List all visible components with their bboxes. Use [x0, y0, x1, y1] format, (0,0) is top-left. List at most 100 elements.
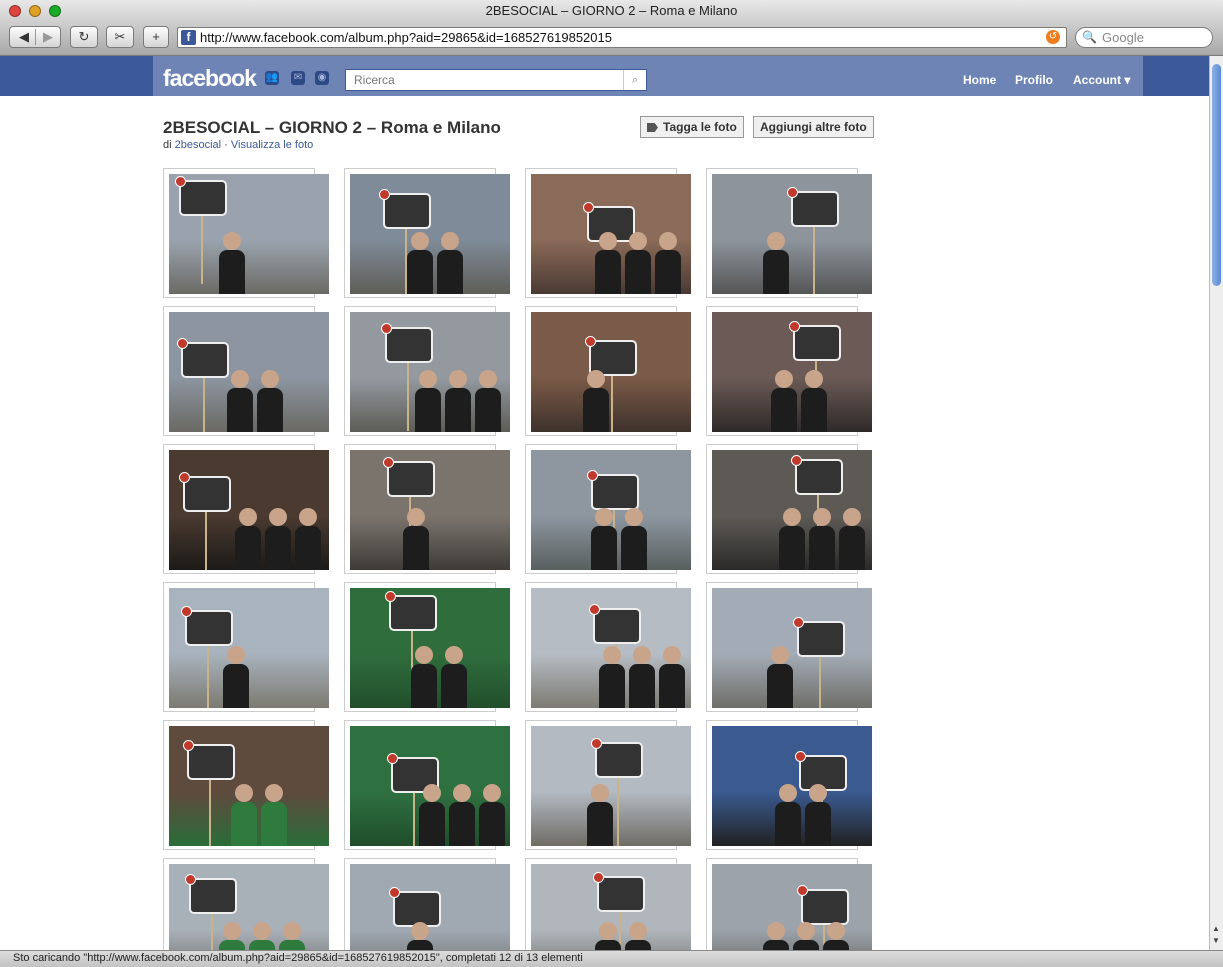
url-text: http://www.facebook.com/album.php?aid=29…	[200, 30, 612, 45]
person-body	[479, 802, 505, 846]
friend-requests-icon[interactable]: 👥	[265, 71, 279, 85]
person-head	[629, 922, 647, 940]
person-head	[771, 646, 789, 664]
person-head	[809, 784, 827, 802]
chalkboard-sign	[801, 889, 849, 925]
person-body	[583, 388, 609, 432]
chalkboard-sign	[185, 610, 233, 646]
photo-thumbnail[interactable]	[163, 582, 329, 712]
owner-link[interactable]: 2besocial	[175, 139, 221, 151]
person-head	[813, 508, 831, 526]
photo-thumbnail[interactable]	[525, 858, 691, 950]
person-head	[599, 232, 617, 250]
address-bar[interactable]: f http://www.facebook.com/album.php?aid=…	[177, 27, 1067, 48]
person-head	[269, 508, 287, 526]
photo-thumbnail[interactable]	[525, 720, 691, 850]
photo-thumbnail[interactable]	[525, 444, 691, 574]
refresh-icon[interactable]: ↺	[1046, 30, 1060, 44]
photo-thumbnail[interactable]	[706, 720, 872, 850]
person-body	[411, 664, 437, 708]
chalkboard-sign	[179, 180, 227, 216]
nav-account[interactable]: Account ▾	[1073, 73, 1130, 87]
person-body	[655, 250, 681, 294]
facebook-logo[interactable]: facebook	[163, 65, 257, 92]
minimize-window-button[interactable]	[29, 5, 41, 17]
nav-home[interactable]: Home	[963, 73, 996, 87]
facebook-header: facebook 👥 ✉ ◉ Ricerca ⌕ Home Profilo Ac…	[0, 56, 1209, 96]
person-body	[823, 940, 849, 950]
messages-icon[interactable]: ✉	[291, 71, 305, 85]
scrollbar-thumb[interactable]	[1212, 64, 1221, 286]
photo-image	[350, 450, 510, 570]
photo-thumbnail[interactable]	[163, 168, 329, 298]
page-scrollbar[interactable]: ▲ ▼	[1209, 56, 1223, 950]
person-body	[621, 526, 647, 570]
photo-thumbnail[interactable]	[344, 168, 510, 298]
notifications-icon[interactable]: ◉	[315, 71, 329, 85]
nav-profile[interactable]: Profilo	[1015, 73, 1053, 87]
person-body	[257, 388, 283, 432]
photo-thumbnail[interactable]	[706, 168, 872, 298]
back-forward-buttons[interactable]: ◀ ▶	[9, 26, 61, 48]
photo-thumbnail[interactable]	[706, 582, 872, 712]
badge-icon	[175, 176, 186, 187]
photo-thumbnail[interactable]	[706, 306, 872, 436]
photo-thumbnail[interactable]	[344, 444, 510, 574]
badge-icon	[379, 189, 390, 200]
add-photos-button[interactable]: Aggiungi altre foto	[753, 116, 874, 138]
badge-icon	[183, 740, 194, 751]
photo-thumbnail[interactable]	[525, 582, 691, 712]
byline-prefix: di	[163, 139, 172, 151]
scroll-down-arrow-icon[interactable]: ▼	[1212, 936, 1220, 945]
chalkboard-sign	[187, 744, 235, 780]
badge-icon	[791, 455, 802, 466]
person-head	[453, 784, 471, 802]
add-photos-label: Aggiungi altre foto	[760, 120, 867, 134]
chalkboard-sign	[591, 474, 639, 510]
sign-stick	[211, 912, 213, 950]
forward-arrow-icon[interactable]: ▶	[43, 27, 53, 47]
reload-button[interactable]: ↻	[70, 26, 98, 48]
person-head	[587, 370, 605, 388]
person-body	[599, 664, 625, 708]
badge-icon	[181, 606, 192, 617]
photo-thumbnail[interactable]	[706, 858, 872, 950]
back-arrow-icon[interactable]: ◀	[19, 27, 29, 47]
person-head	[595, 508, 613, 526]
badge-icon	[589, 604, 600, 615]
photo-thumbnail[interactable]	[163, 444, 329, 574]
photo-thumbnail[interactable]	[525, 168, 691, 298]
photo-thumbnail[interactable]	[344, 306, 510, 436]
snapback-button[interactable]: ✂	[106, 26, 134, 48]
zoom-window-button[interactable]	[49, 5, 61, 17]
browser-search-field[interactable]: 🔍 Google	[1075, 27, 1213, 48]
scroll-up-arrow-icon[interactable]: ▲	[1212, 924, 1220, 933]
photo-thumbnail[interactable]	[163, 720, 329, 850]
photo-thumbnail[interactable]	[163, 306, 329, 436]
badge-icon	[583, 202, 594, 213]
photo-thumbnail[interactable]	[344, 582, 510, 712]
person-head	[407, 508, 425, 526]
person-body	[767, 664, 793, 708]
tag-photos-button[interactable]: Tagga le foto	[640, 116, 744, 138]
person-head	[423, 784, 441, 802]
search-icon[interactable]: ⌕	[623, 70, 646, 90]
close-window-button[interactable]	[9, 5, 21, 17]
facebook-search-input[interactable]: Ricerca ⌕	[345, 69, 647, 91]
sign-stick	[819, 655, 821, 708]
photo-image	[712, 588, 872, 708]
view-photos-link[interactable]: Visualizza le foto	[231, 139, 313, 151]
add-bookmark-button[interactable]: +	[143, 26, 169, 48]
badge-icon	[381, 323, 392, 334]
sign-stick	[407, 361, 409, 431]
badge-icon	[179, 472, 190, 483]
photo-image	[531, 174, 691, 294]
photo-thumbnail[interactable]	[163, 858, 329, 950]
sign-stick	[813, 225, 815, 294]
photo-thumbnail[interactable]	[525, 306, 691, 436]
photo-thumbnail[interactable]	[344, 858, 510, 950]
person-head	[235, 784, 253, 802]
sign-stick	[201, 214, 203, 284]
photo-thumbnail[interactable]	[706, 444, 872, 574]
photo-thumbnail[interactable]	[344, 720, 510, 850]
